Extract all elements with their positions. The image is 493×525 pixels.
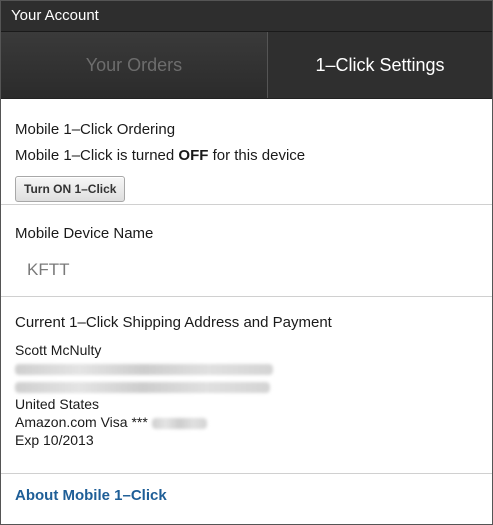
ordering-status-suffix: for this device	[208, 147, 306, 164]
window-title: Your Account	[1, 1, 492, 32]
ordering-section: Mobile 1–Click Ordering Mobile 1–Click i…	[1, 99, 492, 205]
ordering-status: Mobile 1–Click is turned OFF for this de…	[15, 146, 478, 166]
ordering-status-prefix: Mobile 1–Click is turned	[15, 147, 179, 164]
ordering-heading: Mobile 1–Click Ordering	[15, 121, 176, 138]
address-redacted-line-1	[15, 359, 478, 377]
address-country: United States	[15, 396, 100, 412]
device-heading: Mobile Device Name	[15, 225, 154, 242]
tab-bar: Your Orders 1–Click Settings	[1, 32, 492, 99]
tab-1-click-settings[interactable]: 1–Click Settings	[268, 32, 492, 98]
app-window: Your Account Your Orders 1–Click Setting…	[0, 0, 493, 525]
card-digits-redacted	[151, 417, 207, 429]
device-name-value[interactable]: KFTT	[27, 260, 478, 280]
address-redacted-line-2	[15, 377, 478, 395]
tab-your-orders[interactable]: Your Orders	[1, 32, 268, 98]
address-name: Scott McNulty	[15, 342, 102, 358]
payment-card-label: Amazon.com Visa ***	[15, 414, 148, 430]
address-section: Current 1–Click Shipping Address and Pay…	[1, 297, 492, 474]
payment-card: Amazon.com Visa ***	[15, 413, 478, 431]
turn-on-1-click-button[interactable]: Turn ON 1–Click	[15, 176, 126, 202]
payment-expiry: Exp 10/2013	[15, 432, 94, 448]
ordering-status-value: OFF	[178, 147, 209, 164]
about-section: About Mobile 1–Click	[1, 474, 492, 522]
about-mobile-1-click-link[interactable]: About Mobile 1–Click	[15, 487, 478, 504]
device-section: Mobile Device Name KFTT	[1, 205, 492, 297]
address-heading: Current 1–Click Shipping Address and Pay…	[15, 314, 332, 331]
